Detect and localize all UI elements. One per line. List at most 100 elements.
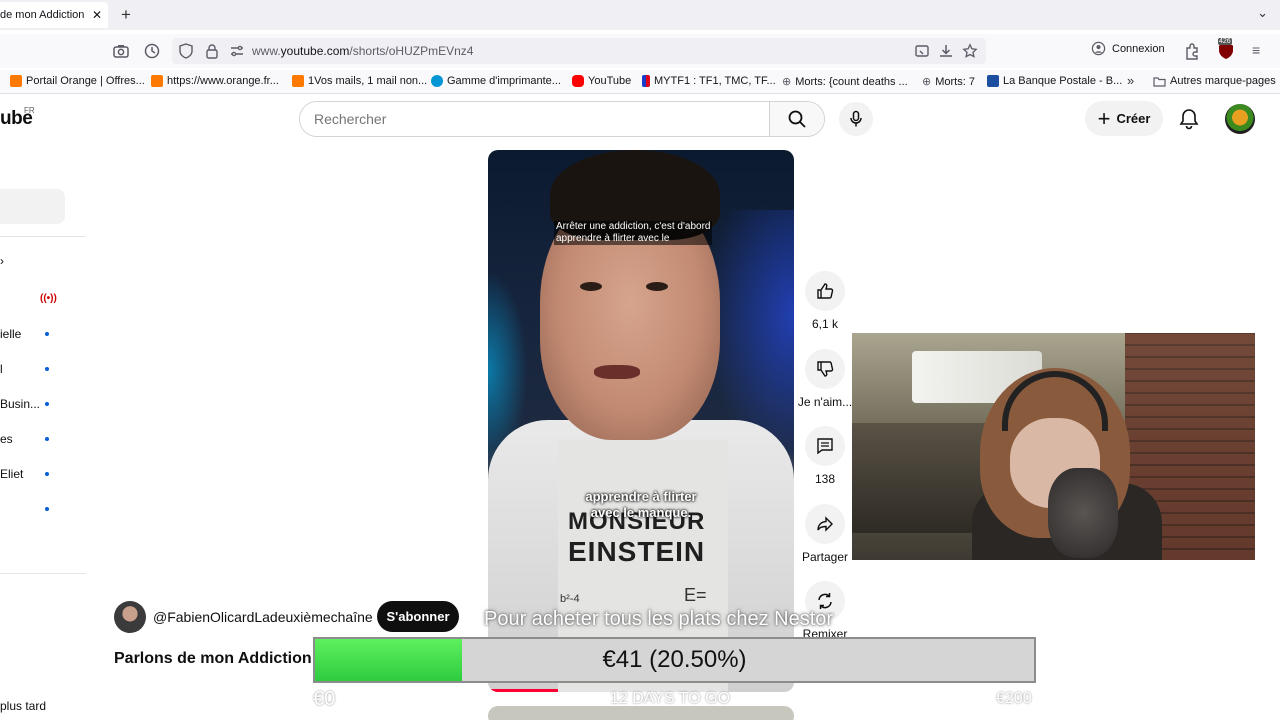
- search-input[interactable]: [300, 102, 770, 136]
- new-content-dot: [45, 332, 49, 336]
- video-title[interactable]: Parlons de mon Addiction: [114, 650, 312, 668]
- sidebar-item-watch-later[interactable]: plus tard: [0, 699, 46, 713]
- next-short-preview[interactable]: [488, 706, 794, 720]
- search-bar: [299, 101, 825, 137]
- download-icon[interactable]: [938, 43, 954, 59]
- bookmark-star-icon[interactable]: [962, 43, 978, 59]
- live-broadcast-icon: ((•)): [40, 293, 57, 304]
- donation-goal-text: €41 (20.50%): [602, 646, 747, 673]
- globe-icon: ⊕: [782, 76, 792, 88]
- bank-icon: [987, 75, 999, 87]
- user-avatar[interactable]: [1225, 104, 1255, 134]
- bookmark-item[interactable]: La Banque Postale - B...: [987, 75, 1122, 87]
- tshirt-equation: E=: [684, 585, 707, 605]
- bookmark-item[interactable]: Gamme d'imprimante...: [431, 75, 561, 87]
- voice-search-button[interactable]: [839, 102, 873, 136]
- shield-icon[interactable]: [178, 43, 194, 59]
- list-all-tabs-icon[interactable]: ⌄: [1257, 5, 1268, 21]
- bookmark-item[interactable]: YouTube: [572, 75, 631, 87]
- login-button[interactable]: Connexion: [1091, 41, 1165, 56]
- sidebar-chevron-icon[interactable]: ›: [0, 254, 4, 268]
- history-icon[interactable]: [143, 42, 161, 60]
- comments-action[interactable]: 138: [795, 426, 855, 486]
- screenshot-icon[interactable]: [112, 42, 130, 60]
- comments-button[interactable]: [805, 426, 845, 466]
- sidebar-item-shorts-active[interactable]: [0, 189, 65, 224]
- donation-goal-min: €0: [313, 688, 336, 710]
- bookmark-item[interactable]: https://www.orange.fr...: [151, 75, 279, 87]
- permissions-icon[interactable]: [229, 43, 245, 59]
- like-action[interactable]: 6,1 k: [795, 271, 855, 331]
- bookmark-label: https://www.orange.fr...: [167, 75, 279, 87]
- notifications-bell-icon[interactable]: [1176, 106, 1202, 132]
- youtube-region-label: FR: [24, 106, 35, 115]
- bookmarks-toolbar: Portail Orange | Offres... https://www.o…: [0, 70, 1280, 94]
- video-mouth: [594, 365, 640, 379]
- donation-goal-bar: €41 (20.50%): [313, 637, 1036, 683]
- new-content-dot: [45, 402, 49, 406]
- microphone-icon: [850, 110, 862, 127]
- video-progress-bar[interactable]: [488, 689, 558, 692]
- tf1-icon: [642, 75, 650, 87]
- url-path: /shorts/oHUZPmEVnz4: [349, 44, 474, 58]
- dislike-button[interactable]: [805, 349, 845, 389]
- bookmark-label: MYTF1 : TF1, TMC, TF...: [654, 75, 776, 87]
- sidebar-subscription-item[interactable]: Busin...: [0, 397, 40, 411]
- extensions-icon[interactable]: [1183, 42, 1201, 60]
- bookmark-label: YouTube: [588, 75, 632, 87]
- channel-avatar[interactable]: [114, 601, 146, 633]
- orange-square-icon: [292, 75, 304, 87]
- new-tab-icon[interactable]: +: [121, 5, 131, 25]
- video-caption-top: Arrêter une addiction, c'est d'abord app…: [554, 221, 713, 245]
- ublock-extension[interactable]: 426: [1217, 38, 1235, 60]
- bookmark-label: Morts: 7: [935, 75, 975, 88]
- share-action[interactable]: Partager: [795, 504, 855, 564]
- like-count: 6,1 k: [811, 317, 838, 331]
- sidebar-divider: [0, 573, 86, 574]
- bookmark-label: Morts: {count deaths ...: [795, 75, 908, 88]
- promo-text: Pour acheter tous les plats chez Nestor: [484, 608, 834, 630]
- browser-tab-active[interactable]: de mon Addiction ( ✕: [0, 2, 108, 28]
- address-bar[interactable]: www.youtube.com/shorts/oHUZPmEVnz4: [172, 38, 986, 64]
- dislike-label: Je n'aim...: [797, 395, 853, 409]
- bookmark-item[interactable]: ⊕ Morts: 7: [922, 75, 975, 89]
- subscribe-button[interactable]: S'abonner: [377, 601, 459, 632]
- dislike-action[interactable]: Je n'aim...: [795, 349, 855, 409]
- lock-icon[interactable]: [204, 43, 220, 59]
- hp-icon: [431, 75, 443, 87]
- sidebar-subscription-item[interactable]: Eliet: [0, 467, 23, 481]
- bookmark-item[interactable]: Portail Orange | Offres...: [10, 75, 145, 87]
- new-content-dot: [45, 367, 49, 371]
- channel-handle[interactable]: @FabienOlicardLadeuxièmechaîne: [153, 609, 373, 625]
- search-button[interactable]: [769, 102, 824, 136]
- video-eye: [646, 282, 668, 291]
- other-bookmarks-folder[interactable]: Autres marque-pages: [1153, 75, 1276, 87]
- bookmark-item[interactable]: MYTF1 : TF1, TMC, TF...: [642, 75, 776, 87]
- folder-icon: [1153, 76, 1166, 87]
- sidebar-subscription-item[interactable]: l: [0, 362, 3, 376]
- url-prefix: www.: [252, 44, 281, 58]
- browser-tab-bar: de mon Addiction ( ✕ + ⌄: [0, 0, 1280, 30]
- search-icon: [788, 110, 806, 128]
- bookmark-label: Portail Orange | Offres...: [26, 75, 145, 87]
- reader-view-icon[interactable]: [914, 43, 930, 59]
- like-button[interactable]: [805, 271, 845, 311]
- sidebar-subscription-item[interactable]: es: [0, 432, 13, 446]
- hamburger-menu-icon[interactable]: ≡: [1252, 42, 1260, 58]
- create-button[interactable]: + Créer: [1085, 101, 1163, 136]
- bookmark-item[interactable]: ⊕ Morts: {count deaths ...: [782, 75, 908, 89]
- webcam-overlay: [852, 333, 1255, 560]
- tab-close-icon[interactable]: ✕: [92, 8, 102, 22]
- globe-icon: ⊕: [922, 76, 932, 88]
- more-bookmarks-chevron-icon[interactable]: »: [1127, 73, 1134, 88]
- browser-nav-bar: www.youtube.com/shorts/oHUZPmEVnz4 Conne…: [0, 34, 1280, 68]
- create-label: Créer: [1116, 111, 1151, 126]
- sidebar-subscription-item[interactable]: ielle: [0, 327, 21, 341]
- tshirt-formula: b²-4: [560, 593, 580, 605]
- bookmark-label: 1Vos mails, 1 mail non...: [308, 75, 428, 87]
- share-button[interactable]: [805, 504, 845, 544]
- bookmark-label: La Banque Postale - B...: [1003, 75, 1123, 87]
- bookmark-item[interactable]: 1Vos mails, 1 mail non...: [292, 75, 427, 87]
- tab-title: de mon Addiction (: [0, 9, 86, 21]
- new-content-dot: [45, 437, 49, 441]
